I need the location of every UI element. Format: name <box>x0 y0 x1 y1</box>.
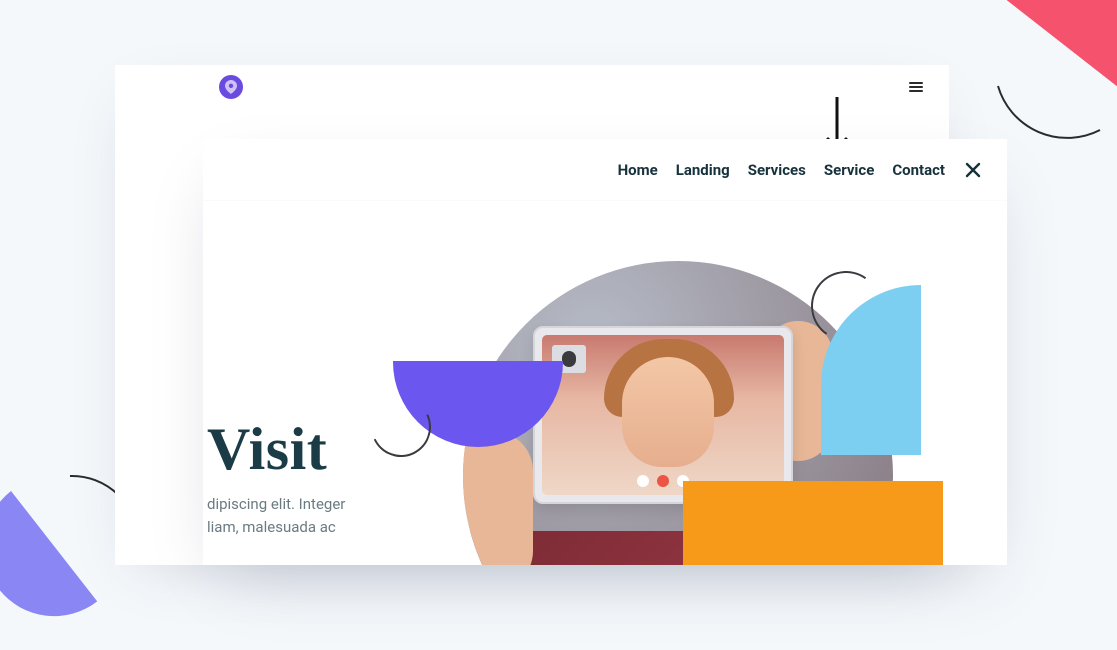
decor-pink-half-icon <box>988 0 1117 168</box>
close-icon[interactable] <box>965 162 981 178</box>
nav-home[interactable]: Home <box>618 161 658 179</box>
nav-service[interactable]: Service <box>824 161 874 179</box>
tablet-icon <box>533 326 793 504</box>
nav-services[interactable]: Services <box>748 161 806 179</box>
background-topbar <box>115 65 949 109</box>
nav-landing[interactable]: Landing <box>676 161 730 179</box>
hero-visual <box>463 201 923 565</box>
hero-body-line: liam, malesuada ac <box>207 516 345 539</box>
hero-headline: Visit <box>207 415 327 484</box>
hero-section: Visit dipiscing elit. Integer liam, male… <box>203 201 1007 565</box>
foreground-window: Home Landing Services Service Contact Vi… <box>203 139 1007 565</box>
navbar: Home Landing Services Service Contact <box>203 139 1007 201</box>
logo-badge <box>219 75 243 99</box>
hero-body-line: dipiscing elit. Integer <box>207 493 345 516</box>
decor-orange-block-icon <box>683 481 943 565</box>
nav-contact[interactable]: Contact <box>892 161 945 179</box>
hamburger-menu-icon[interactable] <box>909 82 923 92</box>
hero-body: dipiscing elit. Integer liam, malesuada … <box>207 493 345 540</box>
call-controls-icon <box>637 475 689 487</box>
map-pin-icon <box>225 80 237 94</box>
